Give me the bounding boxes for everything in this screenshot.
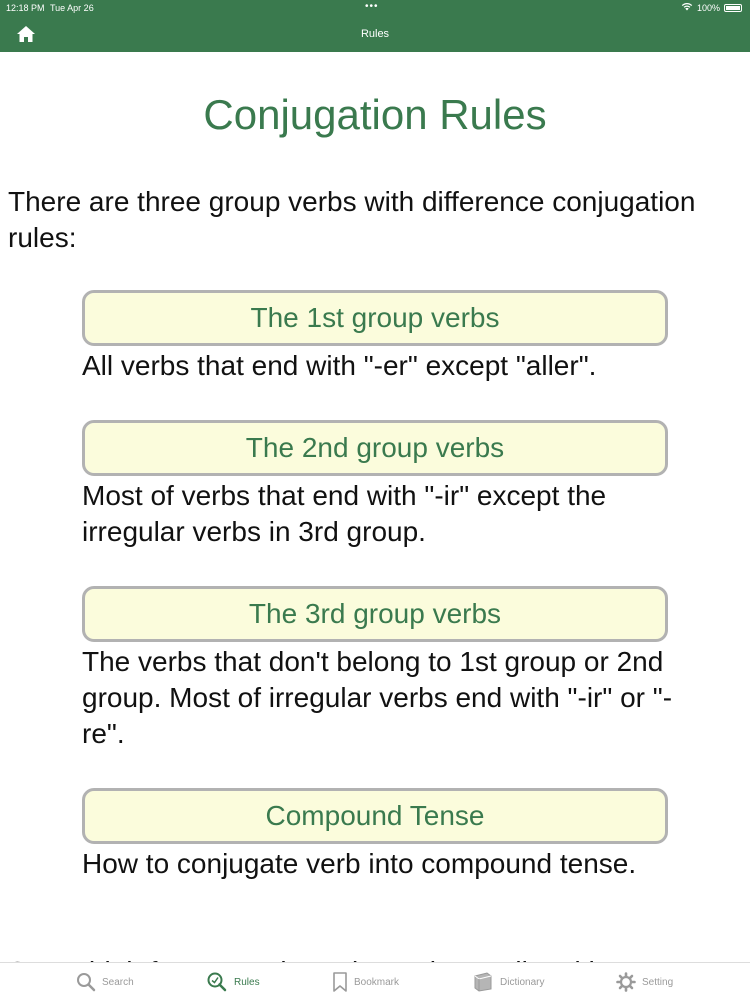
tab-label-dictionary: Dictionary — [500, 976, 545, 988]
bookmark-icon — [333, 972, 347, 992]
rules-icon — [207, 972, 227, 992]
tab-label-search: Search — [102, 976, 134, 988]
wifi-icon — [681, 0, 693, 16]
rule-button-compound-tense[interactable]: Compound Tense — [82, 788, 668, 844]
gear-icon — [616, 972, 636, 992]
cutoff-text: Some high frequency irregular verbs are … — [8, 954, 748, 962]
dictionary-icon — [474, 972, 492, 992]
navigation-bar: Rules — [0, 16, 750, 52]
nav-title: Rules — [360, 28, 390, 40]
rule-description-compound-tense: How to conjugate verb into compound tens… — [82, 848, 637, 879]
intro-text: There are three group verbs with differe… — [8, 186, 696, 253]
tab-label-rules: Rules — [234, 976, 260, 988]
tab-label-bookmark: Bookmark — [354, 976, 400, 988]
search-icon — [77, 973, 96, 992]
tab-search[interactable]: Search — [76, 963, 134, 1001]
main-content[interactable]: Conjugation Rules There are three group … — [0, 52, 750, 962]
rule-button-3rd-group[interactable]: The 3rd group verbs — [82, 586, 668, 642]
tab-bookmark[interactable]: Bookmark — [332, 963, 399, 1001]
rule-button-1st-group[interactable]: The 1st group verbs — [82, 290, 668, 346]
page-title: Conjugation Rules — [203, 91, 547, 138]
status-time: 12:18 PM — [6, 3, 45, 13]
battery-percent: 100% — [696, 3, 720, 13]
tab-label-setting: Setting — [642, 976, 674, 988]
battery-icon — [724, 4, 742, 12]
status-bar: 12:18 PM Tue Apr 26 ••• 100% — [0, 0, 750, 16]
status-right: 100% — [681, 0, 742, 16]
rule-description-2nd-group: Most of verbs that end with "-ir" except… — [82, 480, 607, 547]
tab-rules[interactable]: Rules — [206, 963, 260, 1001]
rule-description-1st-group: All verbs that end with "-er" except "al… — [82, 350, 597, 381]
tab-dictionary[interactable]: Dictionary — [472, 963, 544, 1001]
tab-bar: Search Rules Bookmark Dictionary Setting — [0, 962, 750, 1000]
rule-button-2nd-group[interactable]: The 2nd group verbs — [82, 420, 668, 476]
tab-setting[interactable]: Setting — [616, 963, 673, 1001]
multitask-dots-icon[interactable]: ••• — [365, 0, 379, 15]
rule-description-3rd-group: The verbs that don't belong to 1st group… — [82, 646, 673, 749]
status-date: Tue Apr 26 — [50, 3, 94, 13]
